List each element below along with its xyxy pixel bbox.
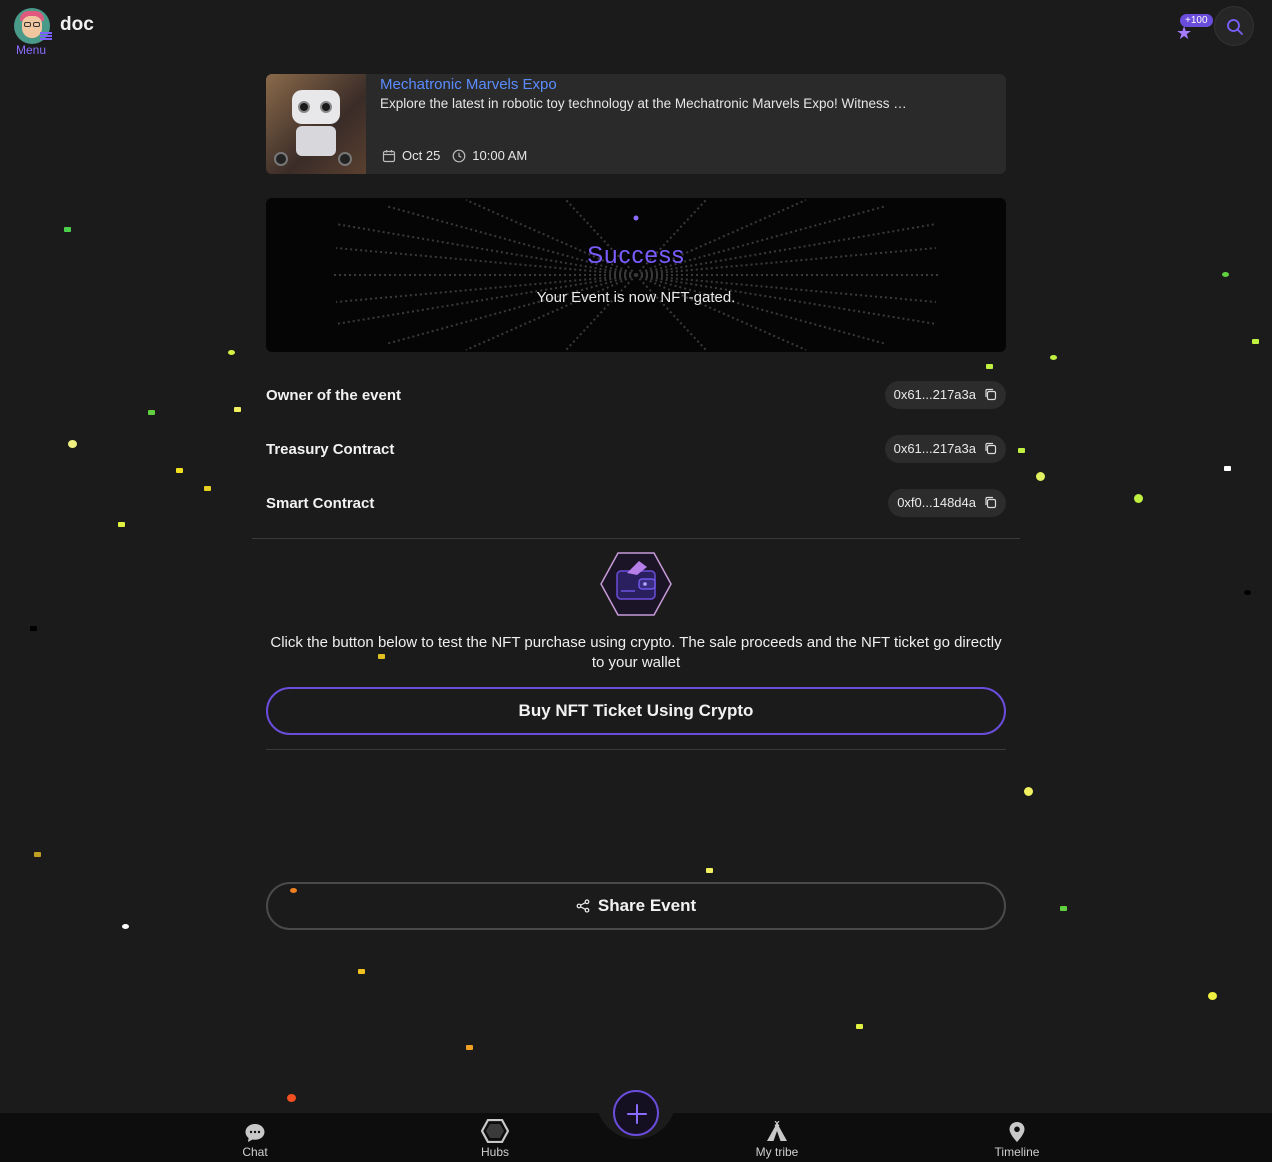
event-time: 10:00 AM (472, 148, 528, 163)
event-date: Oct 25 (402, 148, 441, 163)
search-button[interactable] (1214, 6, 1254, 46)
tent-icon (767, 1121, 787, 1141)
menu-label[interactable]: Menu (16, 43, 46, 57)
buy-nft-ticket-button[interactable]: Buy NFT Ticket Using Crypto (266, 687, 1006, 735)
event-thumbnail (266, 74, 366, 174)
nav-label: Chat (242, 1145, 268, 1159)
nav-item-hubs[interactable]: Hubs (455, 1119, 535, 1159)
copy-icon[interactable] (984, 442, 997, 455)
wallet-icon (599, 551, 673, 617)
plus-icon (627, 1104, 647, 1124)
points-button[interactable]: ★ +100 (1172, 12, 1213, 42)
nav-label: Hubs (480, 1145, 509, 1159)
search-icon (1227, 19, 1243, 35)
share-icon (576, 899, 590, 913)
app-header: Menu doc ★ +100 (0, 0, 1272, 60)
address-text: 0x61...217a3a (893, 441, 976, 456)
nav-label: My tribe (755, 1145, 799, 1159)
contract-row-owner: Owner of the event 0x61...217a3a (266, 381, 1006, 411)
event-card[interactable]: Mechatronic Marvels Expo Explore the lat… (266, 74, 1006, 174)
event-description: Explore the latest in robotic toy techno… (380, 96, 907, 111)
nav-label: Timeline (994, 1145, 1040, 1159)
contract-label: Owner of the event (266, 387, 402, 404)
contract-row-treasury: Treasury Contract 0x61...217a3a (266, 435, 1006, 465)
address-chip[interactable]: 0xf0...148d4a (888, 489, 1006, 517)
address-chip[interactable]: 0x61...217a3a (884, 381, 1006, 409)
points-badge: +100 (1180, 14, 1213, 27)
rays-decoration (332, 199, 940, 351)
map-pin-icon (1009, 1122, 1025, 1142)
contract-label: Treasury Contract (266, 441, 395, 458)
share-event-button[interactable]: Share Event (266, 882, 1006, 930)
copy-icon[interactable] (984, 496, 997, 509)
nav-item-timeline[interactable]: Timeline (977, 1121, 1057, 1159)
user-name: doc (60, 14, 94, 35)
calendar-icon (382, 149, 396, 162)
address-text: 0x61...217a3a (893, 387, 976, 402)
address-chip[interactable]: 0x61...217a3a (884, 435, 1006, 463)
nav-item-my-tribe[interactable]: My tribe (737, 1121, 817, 1159)
create-fab-button[interactable] (613, 1090, 659, 1136)
clock-icon (452, 149, 466, 162)
nav-item-chat[interactable]: Chat (215, 1121, 295, 1159)
event-meta: Oct 25 10:00 AM (382, 148, 527, 163)
success-message: Your Event is now NFT-gated. (536, 289, 736, 306)
hexagon-icon (481, 1119, 509, 1143)
contract-row-smart: Smart Contract 0xf0...148d4a (266, 489, 1006, 519)
section-divider (252, 538, 1020, 539)
copy-icon[interactable] (984, 388, 997, 401)
section-divider (266, 749, 1006, 750)
success-banner: Success Your Event is now NFT-gated. (266, 198, 1006, 352)
success-title: Success (587, 242, 685, 269)
share-label: Share Event (597, 896, 697, 915)
event-title[interactable]: Mechatronic Marvels Expo (380, 76, 557, 93)
menu-icon[interactable] (40, 32, 52, 40)
chat-bubble-icon (245, 1124, 265, 1142)
contract-label: Smart Contract (266, 495, 375, 512)
address-text: 0xf0...148d4a (897, 495, 976, 510)
purchase-info: Click the button below to test the NFT p… (270, 634, 1002, 671)
